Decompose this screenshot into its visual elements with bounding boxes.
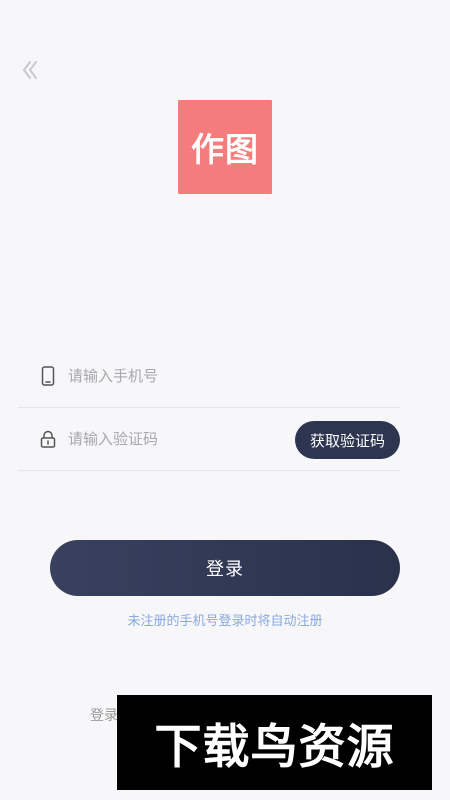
login-button[interactable]: 登录 [50, 540, 400, 596]
phone-field-row [18, 345, 400, 408]
watermark-text: 下载鸟资源 [154, 720, 395, 775]
back-button[interactable] [18, 56, 42, 84]
get-code-label: 获取验证码 [309, 431, 385, 450]
phone-input[interactable] [68, 367, 278, 385]
chevron-left-icon [23, 61, 37, 79]
code-field-row: 获取验证码 [18, 408, 400, 471]
login-label: 登录 [206, 559, 244, 580]
watermark-logo: 下载鸟资源 [117, 695, 432, 790]
verification-code-input[interactable] [68, 430, 278, 448]
lock-icon [36, 427, 60, 451]
auto-register-notice: 未注册的手机号登录时将自动注册 [127, 614, 323, 629]
logo-text: 作图 [191, 130, 259, 169]
app-logo: 作图 [178, 100, 272, 194]
phone-icon [36, 364, 60, 388]
get-code-button[interactable]: 获取验证码 [295, 421, 400, 459]
agreement-text: 登录 [90, 708, 118, 724]
